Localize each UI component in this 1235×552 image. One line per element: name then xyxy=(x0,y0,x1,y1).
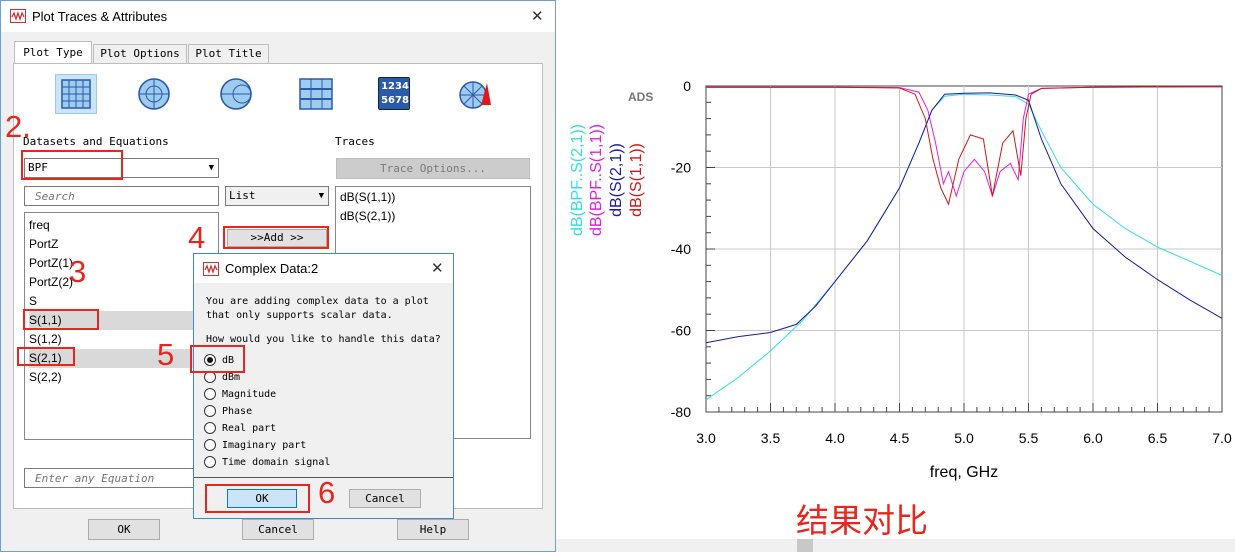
legend-entry: dB(S(2,1)) xyxy=(608,143,625,217)
x-tick-label: 6.0 xyxy=(1083,430,1103,446)
annotation-box-dataset xyxy=(21,150,123,180)
dialog-titlebar[interactable]: Plot Traces & Attributes ✕ xyxy=(1,1,555,32)
y-tick-labels: 0 -20 -40 -60 -80 xyxy=(671,78,691,420)
option-label: Real part xyxy=(222,423,277,434)
dialog-title: Plot Traces & Attributes xyxy=(32,9,168,24)
annotation-step-4: 4 xyxy=(188,220,206,255)
cancel-button[interactable]: Cancel xyxy=(242,519,314,540)
smith-chart-icon[interactable] xyxy=(218,76,254,112)
complex-message-line1: You are adding complex data to a plot xyxy=(206,296,429,307)
chart-grid xyxy=(705,85,1223,413)
y-tick-label: -40 xyxy=(671,241,691,257)
ads-app-icon xyxy=(10,9,26,23)
annotation-step-3: 3 xyxy=(69,254,87,289)
traces-label: Traces xyxy=(335,135,375,148)
ads-app-icon xyxy=(203,262,219,276)
x-tick-label: 5.0 xyxy=(954,430,974,446)
legend-entry: dB(BPF..S(1,1)) xyxy=(588,124,605,236)
search-input[interactable] xyxy=(24,186,219,206)
rectangular-plot-button[interactable] xyxy=(55,74,97,114)
view-mode-select[interactable]: List ▼ xyxy=(225,186,329,206)
radio[interactable] xyxy=(204,439,216,451)
complex-message-line2: that only supports scalar data. xyxy=(206,310,393,321)
legend-entry: dB(S(1,1)) xyxy=(628,143,645,217)
trace-item[interactable]: dB(S(2,1)) xyxy=(340,209,395,223)
annotation-box-db xyxy=(190,345,245,373)
x-tick-label: 4.0 xyxy=(825,430,845,446)
option-magnitude[interactable]: Magnitude xyxy=(204,386,424,404)
annotation-box-add xyxy=(223,226,329,249)
y-tick-label: -60 xyxy=(671,323,691,339)
antenna-plot-icon[interactable] xyxy=(457,75,493,111)
x-tick-label: 4.5 xyxy=(890,430,910,446)
option-label: Time domain signal xyxy=(222,457,331,468)
y-tick-label: 0 xyxy=(683,78,691,94)
x-tick-labels: 3.0 3.5 4.0 4.5 5.0 5.5 6.0 6.5 7.0 xyxy=(696,430,1232,446)
trace-item[interactable]: dB(S(1,1)) xyxy=(340,190,395,204)
annotation-box-ok xyxy=(205,484,310,513)
option-phase[interactable]: Phase xyxy=(204,403,424,421)
complex-question: How would you like to handle this data? xyxy=(206,334,441,345)
annotation-box-s11 xyxy=(23,309,99,330)
equation-input[interactable] xyxy=(24,468,197,488)
radio[interactable] xyxy=(204,456,216,468)
polar-plot-icon[interactable] xyxy=(136,76,172,112)
help-button[interactable]: Help xyxy=(397,519,469,540)
sparameter-chart: 3.0 3.5 4.0 4.5 5.0 5.5 6.0 6.5 7.0 0 -20 -40 -60 -8… xyxy=(569,78,1232,481)
radio[interactable] xyxy=(204,422,216,434)
list-icon-text-1: 1234 xyxy=(381,81,409,92)
complex-dialog-title: Complex Data:2 xyxy=(225,261,319,276)
annotation-box-s21 xyxy=(17,347,75,366)
tab-plot-type[interactable]: Plot Type xyxy=(14,41,92,64)
complex-dialog-titlebar[interactable]: Complex Data:2 ✕ xyxy=(194,254,453,283)
bottom-strip xyxy=(556,539,1235,552)
y-tick-label: -20 xyxy=(671,160,691,176)
option-label: Imaginary part xyxy=(222,440,307,451)
datasets-label: Datasets and Equations xyxy=(23,135,169,148)
trace-options-button[interactable]: Trace Options... xyxy=(336,158,530,179)
ok-button[interactable]: OK xyxy=(88,519,160,540)
chevron-down-icon: ▼ xyxy=(318,191,324,201)
option-label: Phase xyxy=(222,406,253,417)
x-tick-label: 6.5 xyxy=(1148,430,1168,446)
annotation-step-2: 2. xyxy=(5,109,31,144)
annotation-step-6: 6 xyxy=(318,475,336,510)
x-tick-label: 3.5 xyxy=(761,430,781,446)
x-tick-label: 7.0 xyxy=(1212,430,1232,446)
option-label: dBm xyxy=(222,372,241,383)
list-icon-text-2: 5678 xyxy=(381,95,409,106)
list-table-icon[interactable]: 1234 5678 xyxy=(378,77,410,110)
tab-plot-title[interactable]: Plot Title xyxy=(188,44,269,63)
tab-plot-options[interactable]: Plot Options xyxy=(93,44,187,63)
list-item[interactable]: PortZ(1) xyxy=(29,254,219,273)
x-tick-label: 3.0 xyxy=(696,430,716,446)
rectangular-plot-icon xyxy=(61,79,91,109)
radio[interactable] xyxy=(204,388,216,400)
chart-legend: dB(BPF..S(2,1)) dB(BPF..S(1,1)) dB(S(2,1))… xyxy=(569,124,645,236)
view-mode-value: List xyxy=(229,189,256,202)
chevron-down-icon: ▼ xyxy=(208,163,214,173)
option-time-domain[interactable]: Time domain signal xyxy=(204,454,424,472)
radio[interactable] xyxy=(204,405,216,417)
close-icon[interactable]: ✕ xyxy=(431,259,444,277)
list-item[interactable]: PortZ(2) xyxy=(29,273,219,292)
annotation-step-5: 5 xyxy=(157,337,175,372)
x-tick-label: 5.5 xyxy=(1019,430,1039,446)
ads-watermark: ADS xyxy=(628,90,653,104)
option-imaginary-part[interactable]: Imaginary part xyxy=(204,437,424,455)
stacked-plot-icon[interactable] xyxy=(298,77,334,111)
close-icon[interactable]: ✕ xyxy=(531,7,544,25)
scrollbar-thumb[interactable] xyxy=(797,539,813,552)
complex-cancel-button[interactable]: Cancel xyxy=(349,489,421,508)
x-axis-label: freq, GHz xyxy=(930,464,998,481)
y-tick-label: -80 xyxy=(671,404,691,420)
caption: 结果对比 xyxy=(796,501,928,540)
option-real-part[interactable]: Real part xyxy=(204,420,424,438)
legend-entry: dB(BPF..S(2,1)) xyxy=(569,124,586,236)
option-label: Magnitude xyxy=(222,389,277,400)
